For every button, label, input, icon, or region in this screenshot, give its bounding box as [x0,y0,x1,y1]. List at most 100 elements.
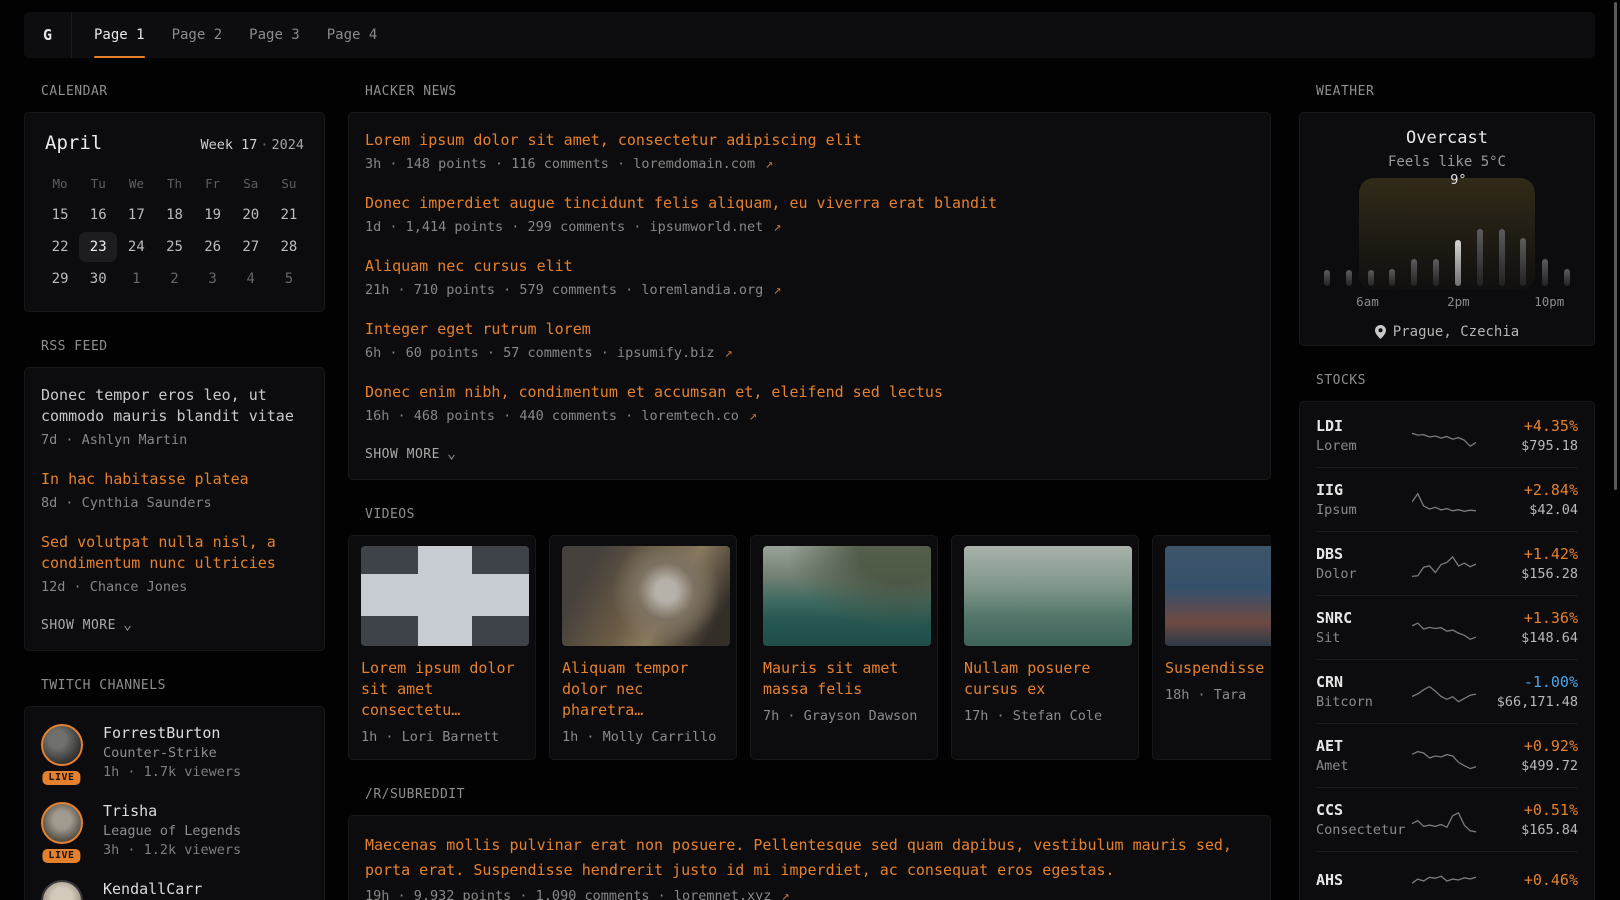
twitch-channel-row[interactable]: LIVETrishaLeague of Legends3h · 1.2k vie… [41,802,308,858]
calendar-day: 16 [79,200,117,230]
app-logo[interactable]: G [24,12,71,58]
weather-feels-like: Feels like 5°C [1316,154,1578,170]
twitch-channel-game: Counter-Strike [103,745,241,761]
stock-symbol: AHS [1316,871,1412,889]
stock-row[interactable]: DBSDolor+1.42%$156.28 [1316,532,1578,596]
nav-tab-page-2[interactable]: Page 2 [172,12,223,58]
video-meta: 18h · Tara [1165,687,1271,703]
stock-values: +4.35%$795.18 [1482,417,1578,454]
stock-identity: DBSDolor [1316,545,1412,582]
stock-identity: CRNBitcorn [1316,673,1412,710]
video-card[interactable]: Mauris sit amet massa felis7h · Grayson … [750,535,938,760]
hackernews-item-title[interactable]: Donec enim nibh, condimentum et accumsan… [365,382,1254,403]
nav-tab-page-3[interactable]: Page 3 [249,12,300,58]
stock-symbol: LDI [1316,417,1412,435]
rss-item-title[interactable]: Sed volutpat nulla nisl, a condimentum n… [41,532,308,574]
stock-identity: LDILorem [1316,417,1412,454]
weather-bar [1455,240,1461,286]
hackernews-label: HACKER NEWS [348,84,1271,99]
calendar-day: 3 [194,264,232,294]
video-card[interactable]: Suspendisse diam 18h · Tara [1152,535,1271,760]
stock-symbol: AET [1316,737,1412,755]
calendar-day: 1 [117,264,155,294]
stock-row[interactable]: AETAmet+0.92%$499.72 [1316,724,1578,788]
stock-change: +0.46% [1482,871,1578,889]
hackernews-item-domain-link[interactable]: loremdomain.com [633,156,755,172]
weather-bar [1477,229,1483,286]
rss-item: Donec tempor eros leo, ut commodo mauris… [41,385,308,450]
subreddit-post-domain-link[interactable]: loremnet.xyz [674,888,772,900]
weather-bar [1520,238,1526,286]
stock-values: +1.36%$148.64 [1482,609,1578,646]
hackernews-item-domain-link[interactable]: loremlandia.org [641,282,763,298]
weather-bar [1411,259,1417,286]
stock-sparkline [1412,805,1482,835]
subreddit-post-meta: 19h · 9,932 points · 1,090 comments · lo… [365,887,1254,900]
stocks-label: STOCKS [1299,373,1595,388]
hackernews-item-domain-link[interactable]: ipsumworld.net [649,219,763,235]
video-card[interactable]: Nullam posuere cursus ex17h · Stefan Col… [951,535,1139,760]
hackernews-item-domain-link[interactable]: ipsumify.biz [617,345,715,361]
chevron-down-icon: ⌄ [447,448,457,458]
location-pin-icon [1375,325,1386,339]
subreddit-post-title[interactable]: Maecenas mollis pulvinar erat non posuer… [365,833,1254,883]
twitch-channel-row[interactable]: KendallCarr [41,880,308,900]
video-thumbnail [964,546,1132,646]
stock-change: -1.00% [1482,673,1578,691]
video-title[interactable]: Suspendisse diam [1165,658,1271,679]
video-title[interactable]: Nullam posuere cursus ex [964,658,1126,700]
stock-sparkline [1412,677,1482,707]
hackernews-show-more-button[interactable]: SHOW MORE ⌄ [365,447,456,462]
video-title[interactable]: Mauris sit amet massa felis [763,658,925,700]
rss-item-title[interactable]: Donec tempor eros leo, ut commodo mauris… [41,385,308,427]
nav-tab-page-1[interactable]: Page 1 [94,12,145,58]
rss-item-title[interactable]: In hac habitasse platea [41,469,308,490]
hackernews-item-title[interactable]: Integer eget rutrum lorem [365,319,1254,340]
twitch-channel-name[interactable]: KendallCarr [103,880,202,898]
video-title[interactable]: Aliquam tempor dolor nec pharetra… [562,658,724,721]
rss-card: Donec tempor eros leo, ut commodo mauris… [24,367,325,651]
stock-price: $156.28 [1482,566,1578,582]
stock-row[interactable]: CCSConsectetur+0.51%$165.84 [1316,788,1578,852]
stock-row[interactable]: SNRCSit+1.36%$148.64 [1316,596,1578,660]
weather-bar [1499,229,1505,286]
twitch-channel-info: TrishaLeague of Legends3h · 1.2k viewers [103,802,241,858]
weather-bar [1324,270,1330,286]
video-card[interactable]: Aliquam tempor dolor nec pharetra… 1h · M… [549,535,737,760]
twitch-channel-name[interactable]: ForrestBurton [103,724,241,742]
page-scrollbar[interactable] [1614,2,1617,490]
hackernews-item-title[interactable]: Aliquam nec cursus elit [365,256,1254,277]
stock-row[interactable]: IIGIpsum+2.84%$42.04 [1316,468,1578,532]
rss-show-more-button[interactable]: SHOW MORE ⌄ [41,618,132,633]
video-card[interactable]: Lorem ipsum dolor sit amet consectetu…1h… [348,535,536,760]
hackernews-item-title[interactable]: Lorem ipsum dolor sit amet, consectetur … [365,130,1254,151]
stock-identity: AHS [1316,871,1412,889]
calendar-day: 5 [270,264,308,294]
video-meta: 1h · Molly Carrillo [562,729,724,745]
weather-time-label: 10pm [1534,294,1564,309]
stock-sparkline [1412,421,1482,451]
hackernews-show-more-label: SHOW MORE [365,447,440,462]
nav-tabs: Page 1 Page 2 Page 3 Page 4 [94,12,404,58]
rss-item-meta: 7d · Ashlyn Martin [41,431,308,450]
right-column: WEATHER Overcast Feels like 5°C 9° 6am2p… [1299,84,1595,900]
twitch-channel-row[interactable]: LIVEForrestBurtonCounter-Strike1h · 1.7k… [41,724,308,780]
twitch-channel-name[interactable]: Trisha [103,802,241,820]
rss-show-more-label: SHOW MORE [41,618,116,633]
calendar-day: 27 [232,232,270,262]
hackernews-item: Integer eget rutrum lorem6h · 60 points … [365,319,1254,363]
video-title[interactable]: Lorem ipsum dolor sit amet consectetu… [361,658,523,721]
stock-row[interactable]: LDILorem +4.35%$795.18 [1316,404,1578,468]
chevron-down-icon: ⌄ [123,619,133,629]
hackernews-item-title[interactable]: Donec imperdiet augue tincidunt felis al… [365,193,1254,214]
stock-row[interactable]: AHS +0.46% [1316,852,1578,900]
hackernews-item-domain-link[interactable]: loremtech.co [641,408,739,424]
stock-values: +0.46% [1482,871,1578,889]
hackernews-item-meta: 21h · 710 points · 579 comments · loreml… [365,281,1254,300]
stock-symbol: SNRC [1316,609,1412,627]
video-thumbnail [1165,546,1271,646]
stock-row[interactable]: CRNBitcorn-1.00%$66,171.48 [1316,660,1578,724]
calendar-day: 21 [270,200,308,230]
calendar-day: 30 [79,264,117,294]
nav-tab-page-4[interactable]: Page 4 [327,12,378,58]
